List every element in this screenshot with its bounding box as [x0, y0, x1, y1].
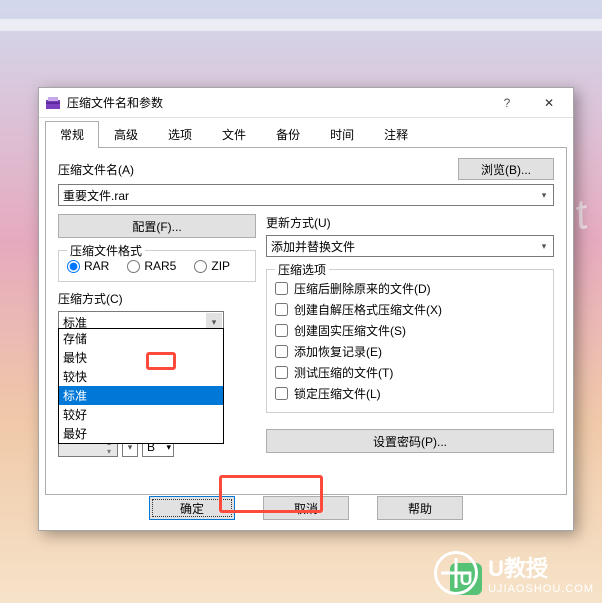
- dialog-window: 压缩文件名和参数 ? ✕ 常规 高级 选项 文件 备份 时间 注释 压缩文件名(…: [38, 87, 574, 531]
- format-rar-label: RAR: [84, 259, 109, 273]
- chk-delete-after-label: 压缩后删除原来的文件(D): [294, 280, 431, 297]
- spin-down-icon[interactable]: ▾: [101, 447, 117, 456]
- help-icon[interactable]: ?: [497, 93, 517, 113]
- password-label: 设置密码(P)...: [373, 433, 447, 450]
- tab-advanced[interactable]: 高级: [99, 121, 153, 148]
- logo-text-sub: UJIAOSHOU.COM: [488, 583, 594, 595]
- archive-name-value: 重要文件.rar: [63, 189, 129, 203]
- method-label: 压缩方式(C): [58, 290, 256, 307]
- format-legend: 压缩文件格式: [67, 242, 145, 259]
- format-zip[interactable]: ZIP: [194, 259, 230, 273]
- format-rar5-label: RAR5: [144, 259, 176, 273]
- tab-general[interactable]: 常规: [45, 121, 99, 148]
- update-select[interactable]: 添加并替换文件 ▾: [266, 235, 554, 257]
- method-dropdown-list: 存储 最快 较快 标准 较好 最好: [58, 328, 224, 444]
- method-option-normal[interactable]: 标准: [59, 386, 223, 405]
- tab-panel-general: 压缩文件名(A) 浏览(B)... 重要文件.rar ▾ 配置(F)... 压缩…: [45, 147, 567, 495]
- method-option-store[interactable]: 存储: [59, 329, 223, 348]
- method-option-fastest[interactable]: 最快: [59, 348, 223, 367]
- chevron-down-icon[interactable]: ▾: [536, 237, 552, 255]
- password-button[interactable]: 设置密码(P)...: [266, 429, 554, 453]
- update-value: 添加并替换文件: [271, 240, 355, 254]
- logo-text-main: U教授: [488, 556, 548, 581]
- chk-sfx[interactable]: [275, 303, 288, 316]
- globe-icon: [434, 551, 478, 595]
- chk-lock[interactable]: [275, 387, 288, 400]
- tabstrip: 常规 高级 选项 文件 备份 时间 注释: [39, 118, 573, 147]
- options-legend: 压缩选项: [275, 261, 329, 278]
- method-option-best[interactable]: 最好: [59, 424, 223, 443]
- window-title: 压缩文件名和参数: [67, 94, 491, 111]
- chk-delete-after[interactable]: [275, 282, 288, 295]
- chk-sfx-label: 创建自解压格式压缩文件(X): [294, 301, 442, 318]
- chk-test[interactable]: [275, 366, 288, 379]
- format-zip-label: ZIP: [211, 259, 230, 273]
- app-icon: [45, 95, 61, 111]
- tab-backup[interactable]: 备份: [261, 121, 315, 148]
- tab-comment[interactable]: 注释: [369, 121, 423, 148]
- tab-time[interactable]: 时间: [315, 121, 369, 148]
- update-label: 更新方式(U): [266, 214, 554, 231]
- cancel-button[interactable]: 取消: [263, 496, 349, 520]
- archive-name-input[interactable]: 重要文件.rar ▾: [58, 184, 554, 206]
- chk-solid-label: 创建固实压缩文件(S): [294, 322, 406, 339]
- site-logo: U教授 UJIAOSHOU.COM: [434, 551, 594, 595]
- archive-name-label: 压缩文件名(A): [58, 161, 134, 178]
- format-rar[interactable]: RAR: [67, 259, 109, 273]
- format-rar5[interactable]: RAR5: [127, 259, 176, 273]
- help-button[interactable]: 帮助: [377, 496, 463, 520]
- chk-recovery[interactable]: [275, 345, 288, 358]
- method-option-fast[interactable]: 较快: [59, 367, 223, 386]
- chk-recovery-label: 添加恢复记录(E): [294, 343, 382, 360]
- chevron-down-icon[interactable]: ▾: [536, 186, 552, 204]
- chk-solid[interactable]: [275, 324, 288, 337]
- profiles-button[interactable]: 配置(F)...: [58, 214, 256, 238]
- browse-button[interactable]: 浏览(B)...: [458, 158, 554, 180]
- close-button[interactable]: ✕: [527, 89, 571, 117]
- chk-test-label: 测试压缩的文件(T): [294, 364, 393, 381]
- method-option-good[interactable]: 较好: [59, 405, 223, 424]
- dialog-footer: 确定 取消 帮助: [39, 496, 573, 520]
- tab-options[interactable]: 选项: [153, 121, 207, 148]
- chk-lock-label: 锁定压缩文件(L): [294, 385, 381, 402]
- tab-files[interactable]: 文件: [207, 121, 261, 148]
- ok-button[interactable]: 确定: [149, 496, 235, 520]
- profiles-label: 配置(F)...: [132, 218, 181, 235]
- titlebar: 压缩文件名和参数 ? ✕: [39, 88, 573, 118]
